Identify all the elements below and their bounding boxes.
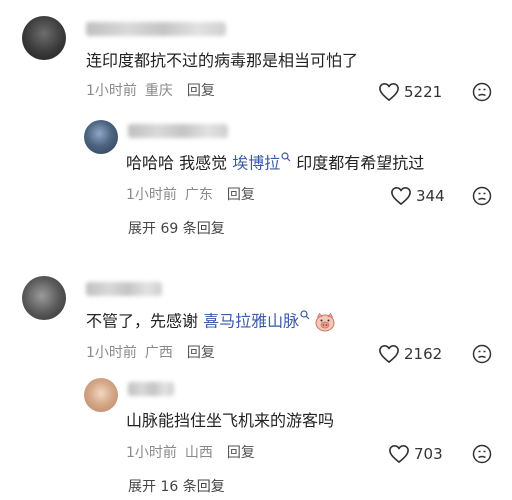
like-count: 344 — [416, 187, 445, 205]
avatar[interactable] — [22, 276, 66, 320]
expand-replies-button[interactable]: 展开 69 条回复 — [128, 220, 225, 238]
reply-meta: 1小时前 广东 回复 — [126, 186, 255, 204]
avatar[interactable] — [84, 378, 118, 412]
unhappy-face-icon[interactable] — [472, 344, 492, 364]
unhappy-face-icon[interactable] — [472, 82, 492, 102]
mention-link[interactable]: 喜马拉雅山脉 — [203, 311, 299, 330]
like-count: 703 — [414, 445, 443, 463]
avatar[interactable] — [84, 120, 118, 154]
comment-meta: 1小时前 广西 回复 — [86, 344, 215, 362]
like-button[interactable]: 2162 — [378, 344, 442, 364]
reply-text: 山脉能挡住坐飞机来的游客吗 — [126, 411, 335, 430]
search-small-icon — [300, 310, 310, 320]
comment-location: 广西 — [144, 345, 173, 361]
mention-link[interactable]: 埃博拉 — [232, 153, 280, 172]
username-blurred[interactable] — [86, 282, 162, 296]
reply-location: 山西 — [184, 445, 213, 461]
like-count: 5221 — [404, 83, 443, 101]
reply-time: 1小时前 — [126, 187, 177, 203]
reply-button[interactable]: 回复 — [227, 445, 255, 461]
reply-location: 广东 — [184, 187, 213, 203]
comment-text: 不管了，先感谢 喜马拉雅山脉 — [86, 310, 336, 333]
reply-button[interactable]: 回复 — [187, 83, 215, 99]
reply-text: 哈哈哈 我感觉 埃博拉 印度都有希望抗过 — [126, 152, 425, 173]
pig-face-emoji-icon — [315, 312, 335, 332]
like-button[interactable]: 5221 — [378, 82, 442, 102]
like-button[interactable]: 703 — [388, 444, 443, 464]
username-blurred[interactable] — [128, 124, 228, 138]
comment-time: 1小时前 — [86, 345, 137, 361]
reply-time: 1小时前 — [126, 445, 177, 461]
unhappy-face-icon[interactable] — [472, 444, 492, 464]
avatar[interactable] — [22, 16, 66, 60]
heart-outline-icon — [379, 83, 399, 101]
heart-outline-icon — [391, 187, 411, 205]
search-small-icon — [281, 152, 291, 162]
comment-text: 连印度都抗不过的病毒那是相当可怕了 — [86, 51, 359, 70]
username-blurred[interactable] — [128, 382, 174, 396]
expand-replies-button[interactable]: 展开 16 条回复 — [128, 478, 225, 496]
reply-button[interactable]: 回复 — [227, 187, 255, 203]
comment-location: 重庆 — [144, 83, 173, 99]
username-blurred[interactable] — [86, 22, 226, 36]
heart-outline-icon — [379, 345, 399, 363]
comment-meta: 1小时前 重庆 回复 — [86, 82, 215, 100]
unhappy-face-icon[interactable] — [472, 186, 492, 206]
heart-outline-icon — [389, 445, 409, 463]
like-button[interactable]: 344 — [390, 186, 445, 206]
reply-button[interactable]: 回复 — [187, 345, 215, 361]
reply-meta: 1小时前 山西 回复 — [126, 444, 255, 462]
like-count: 2162 — [404, 345, 443, 363]
comment-time: 1小时前 — [86, 83, 137, 99]
